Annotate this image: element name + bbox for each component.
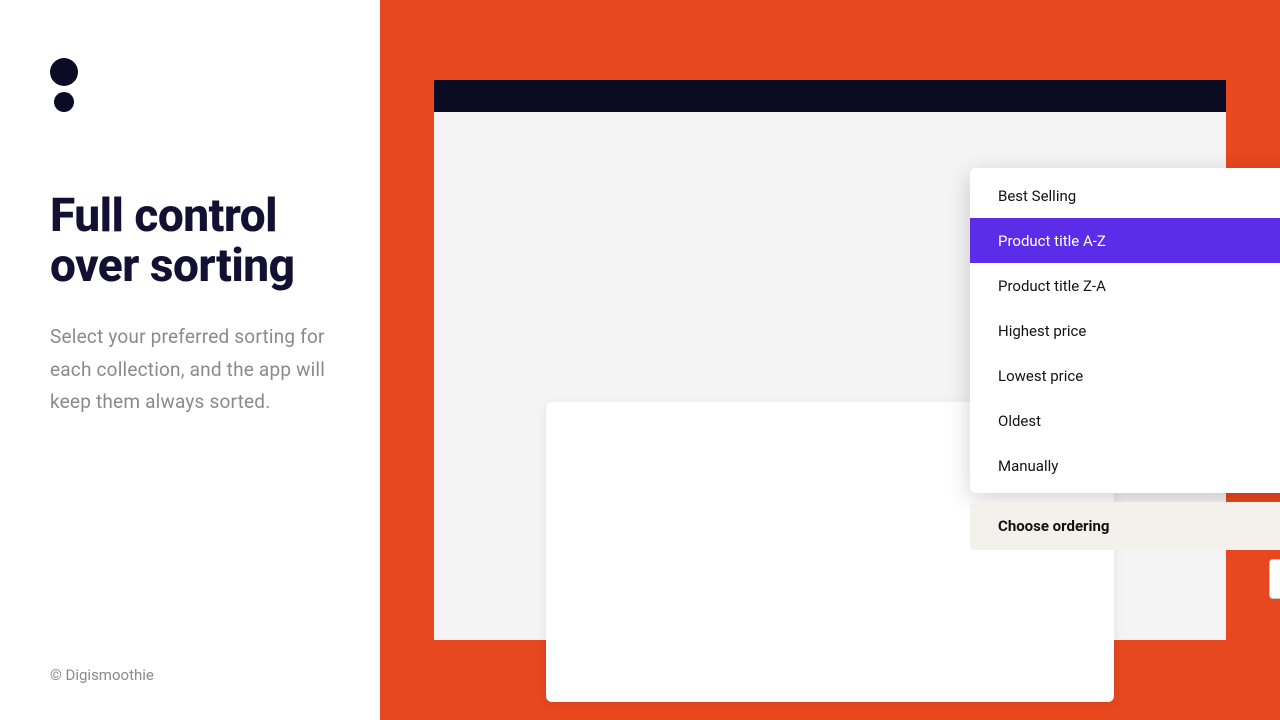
sort-option-best-selling[interactable]: Best Selling [970, 168, 1280, 218]
preview-stage: Best Selling Product title A-Z Product t… [380, 0, 1280, 720]
app-topbar [434, 80, 1226, 112]
sort-option-highest-price[interactable]: Highest price [970, 308, 1280, 353]
modal-actions: Cancel Save [970, 559, 1280, 599]
sort-option-oldest[interactable]: Oldest [970, 398, 1280, 443]
logo-icon [50, 58, 332, 112]
page-subtitle: Select your preferred sorting for each c… [50, 321, 332, 418]
cancel-button[interactable]: Cancel [1269, 559, 1280, 599]
sort-option-title-az[interactable]: Product title A-Z [970, 218, 1280, 263]
marketing-panel: Full control over sorting Select your pr… [0, 0, 380, 720]
sort-option-lowest-price[interactable]: Lowest price [970, 353, 1280, 398]
sort-dropdown[interactable]: Best Selling Product title A-Z Product t… [970, 168, 1280, 493]
copyright-text: © Digismoothie [50, 666, 154, 684]
ordering-select-label: Choose ordering [998, 517, 1280, 535]
sort-option-title-za[interactable]: Product title Z-A [970, 263, 1280, 308]
ordering-select[interactable]: Choose ordering [970, 502, 1280, 550]
page-title: Full control over sorting [50, 192, 332, 291]
sort-option-manually[interactable]: Manually [970, 443, 1280, 493]
